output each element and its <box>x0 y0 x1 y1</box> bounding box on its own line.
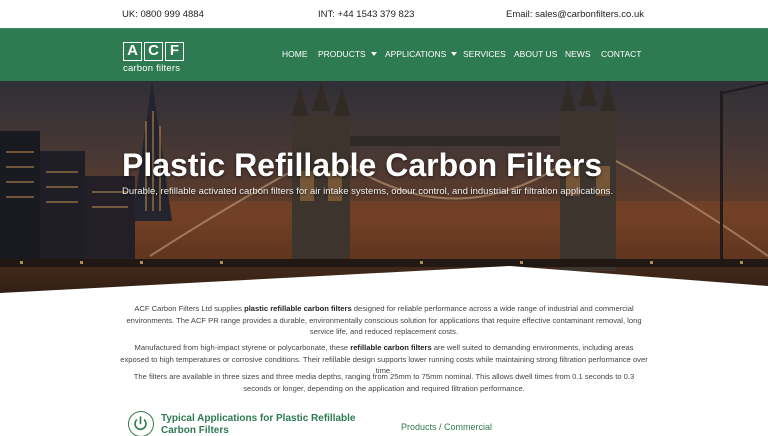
nav-services-label: SERVICES <box>463 49 506 59</box>
email-contact[interactable]: Email: sales@carbonfilters.co.uk <box>506 9 644 20</box>
chevron-down-icon <box>451 52 458 56</box>
nav-home[interactable]: HOME <box>282 49 308 59</box>
logo-letter-f: F <box>165 42 184 61</box>
intro-paragraph-1: ACF Carbon Filters Ltd supplies plastic … <box>120 303 648 338</box>
nav-news[interactable]: NEWS <box>565 49 591 59</box>
nav-contact[interactable]: CONTACT <box>601 49 641 59</box>
power-icon <box>128 411 154 436</box>
acf-logo[interactable]: A C F carbon filters <box>123 42 187 74</box>
intro-paragraph-3: The filters are available in three sizes… <box>133 372 635 393</box>
intro-p2-start: Manufactured from high-impact styrene or… <box>134 343 351 352</box>
top-contact-bar: UK: 0800 999 4884 INT: +44 1543 379 823 … <box>0 0 768 28</box>
chevron-down-icon <box>370 52 377 56</box>
application-item-products-commercial[interactable]: Products / Commercial <box>401 422 492 432</box>
nav-about-us[interactable]: ABOUT US <box>514 49 557 59</box>
intro-p2-bold: refillable carbon filters <box>350 343 432 352</box>
applications-heading: Typical Applications for Plastic Refilla… <box>161 413 356 436</box>
nav-applications-label: APPLICATIONS <box>385 49 447 59</box>
logo-tagline: carbon filters <box>123 63 181 74</box>
hero-title: Plastic Refillable Carbon Filters <box>122 147 603 183</box>
nav-home-label: HOME <box>282 49 308 59</box>
hero-banner: Plastic Refillable Carbon Filters Durabl… <box>0 81 768 298</box>
nav-services[interactable]: SERVICES <box>463 49 506 59</box>
hero-subtitle: Durable, refillable activated carbon fil… <box>122 186 614 197</box>
intro-p1-start: ACF Carbon Filters Ltd supplies <box>134 304 245 313</box>
logo-letter-c: C <box>144 42 163 61</box>
main-navigation-bar: A C F carbon filters HOME PRODUCTS APPLI… <box>0 28 768 81</box>
nav-products-label: PRODUCTS <box>318 49 366 59</box>
logo-mark: A C F <box>123 42 187 61</box>
uk-phone[interactable]: UK: 0800 999 4884 <box>122 9 204 20</box>
nav-applications[interactable]: APPLICATIONS <box>385 49 458 59</box>
typical-applications-section: Typical Applications for Plastic Refilla… <box>0 408 768 436</box>
nav-news-label: NEWS <box>565 49 591 59</box>
email-label: Email: <box>506 9 533 20</box>
nav-contact-label: CONTACT <box>601 49 642 59</box>
international-phone[interactable]: INT: +44 1543 379 823 <box>318 9 414 20</box>
nav-about-us-label: ABOUT US <box>514 49 558 59</box>
email-link[interactable]: sales@carbonfilters.co.uk <box>535 9 644 20</box>
logo-letter-a: A <box>123 42 142 61</box>
nav-products[interactable]: PRODUCTS <box>318 49 377 59</box>
intro-p1-bold: plastic refillable carbon filters <box>244 304 352 313</box>
